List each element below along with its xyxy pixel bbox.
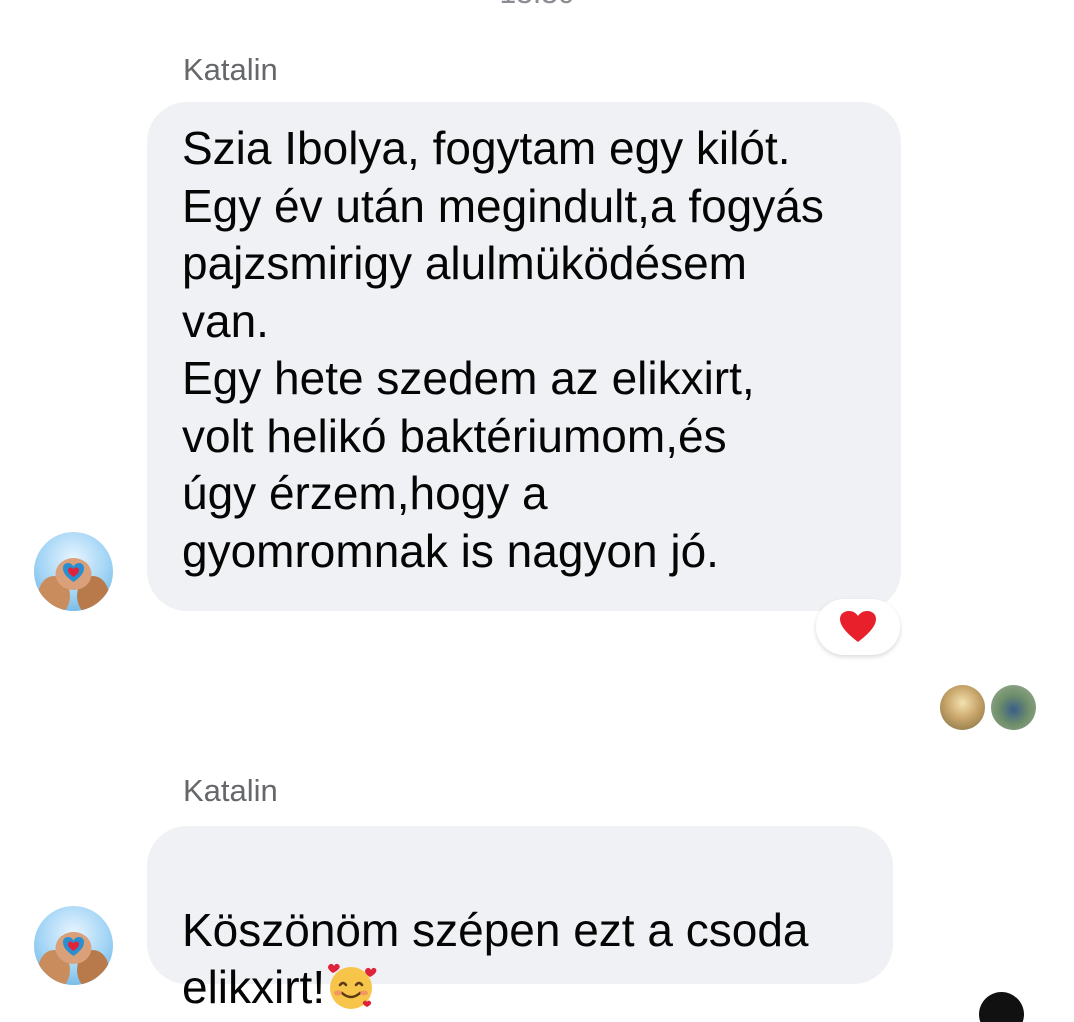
message-bubble[interactable]: Köszönöm szépen ezt a csoda elikxirt!: [147, 826, 893, 1013]
message-text: Köszönöm szépen ezt a csoda elikxirt!: [182, 903, 809, 1014]
message-timestamp: 13:30: [0, 0, 1074, 10]
sender-name: Katalin: [183, 52, 278, 87]
hands-heart-avatar-icon: [38, 558, 109, 611]
message-bubble[interactable]: Szia Ibolya, fogytam egy kilót. Egy év u…: [147, 102, 901, 611]
hands-heart-avatar-icon: [38, 932, 109, 985]
typing-avatar: [979, 992, 1024, 1022]
sender-name: Katalin: [183, 773, 278, 808]
avatar[interactable]: [34, 532, 113, 611]
seen-avatar: [991, 685, 1036, 730]
smiling-face-with-hearts-icon: [328, 963, 377, 1009]
seen-avatar: [940, 685, 985, 730]
reaction-badge[interactable]: [816, 599, 900, 655]
avatar[interactable]: [34, 906, 113, 985]
heart-icon: [840, 611, 876, 642]
